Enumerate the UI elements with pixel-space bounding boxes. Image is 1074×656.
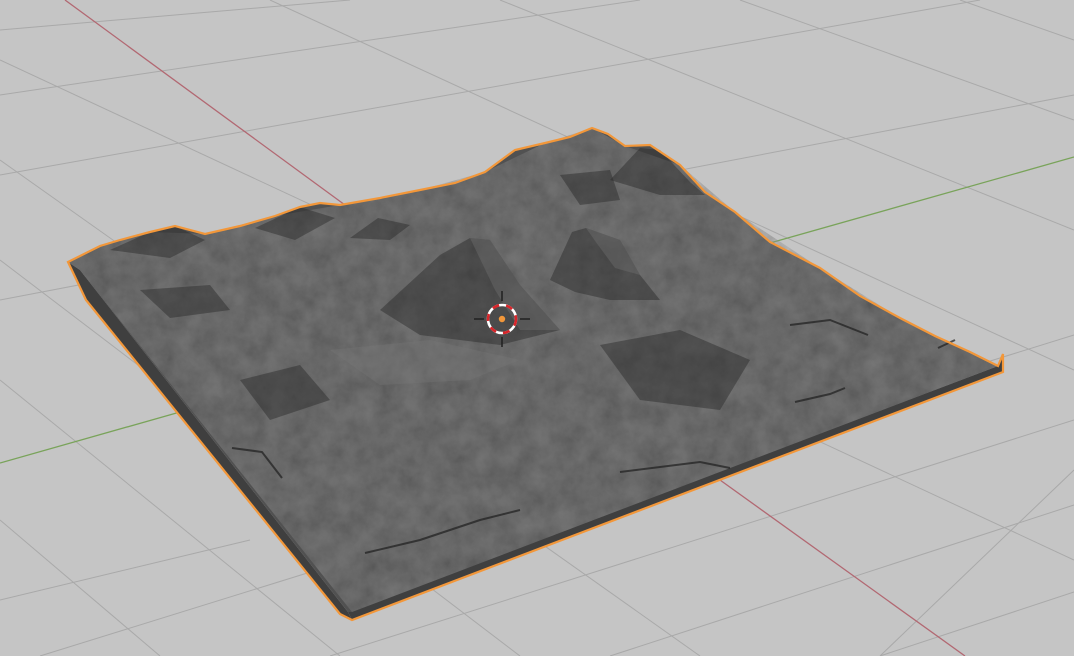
3d-viewport[interactable] bbox=[0, 0, 1074, 656]
object-origin bbox=[498, 315, 506, 323]
viewport-canvas[interactable] bbox=[0, 0, 1074, 656]
